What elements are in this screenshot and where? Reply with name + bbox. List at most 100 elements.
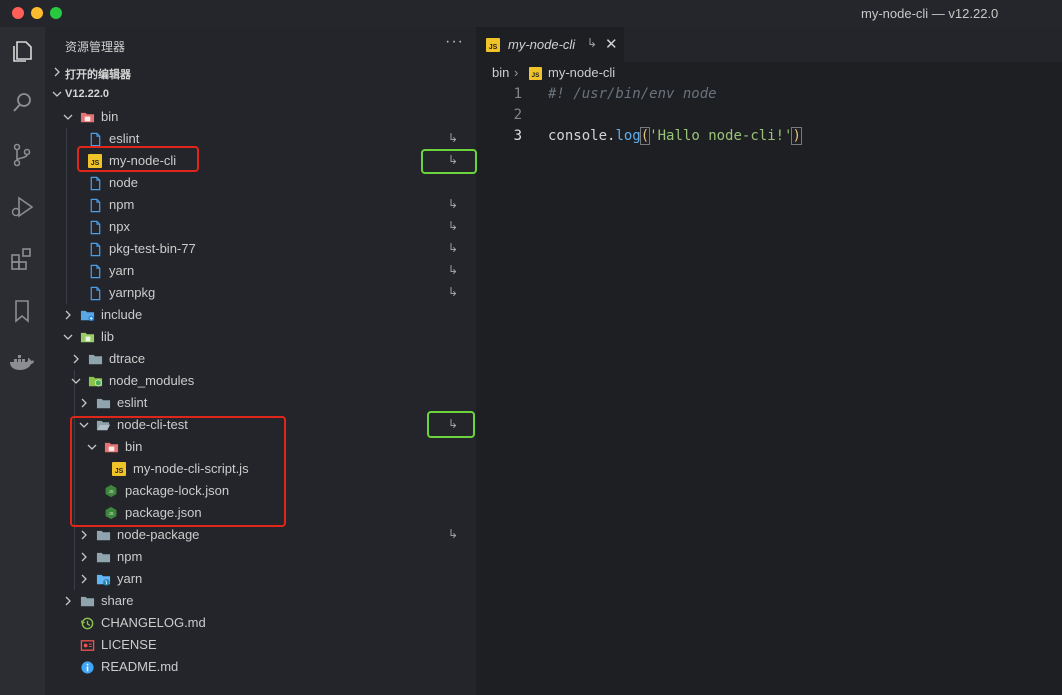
chevron-right-icon [54, 67, 60, 77]
tree-item[interactable]: README.md [45, 656, 476, 678]
folder-icon [80, 594, 95, 609]
folder-bin-icon [104, 440, 119, 455]
chevron-down-icon[interactable] [62, 331, 74, 343]
tree-item-label: LICENSE [101, 637, 157, 652]
file-icon [88, 242, 103, 257]
folder-lib-icon [80, 330, 95, 345]
tree-item-label: my-node-cli [109, 153, 177, 168]
tree-item[interactable]: node [45, 172, 476, 194]
breadcrumb-folder[interactable]: bin [492, 65, 509, 80]
chevron-right-icon[interactable] [62, 309, 74, 321]
symlink-icon: ↳ [448, 153, 459, 167]
tree-item-label: CHANGELOG.md [101, 615, 206, 630]
explorer-icon[interactable] [8, 37, 36, 65]
tab-my-node-cli[interactable]: JS my-node-cli ↳ ✕ [476, 27, 624, 62]
source-control-icon[interactable] [8, 141, 36, 169]
explorer-sidebar: 资源管理器 ··· 打开的编辑器 V12.22.0 bin eslint ↳ JS my… [45, 27, 476, 695]
more-actions-button[interactable]: ··· [445, 33, 464, 51]
folder-icon [88, 352, 103, 367]
symlink-icon: ↳ [448, 417, 459, 431]
tree-item[interactable]: node_modules [45, 370, 476, 392]
close-tab-icon[interactable]: ✕ [605, 35, 618, 53]
symlink-icon: ↳ [448, 219, 459, 233]
tree-item[interactable]: JS my-node-cli ↳ [45, 150, 476, 172]
tree-item-label: node-cli-test [117, 417, 188, 432]
chevron-right-icon[interactable] [78, 529, 90, 541]
nodejs-icon: JS [104, 506, 119, 521]
js-file-icon: JS [88, 154, 103, 169]
tree-item-label: yarn [109, 263, 135, 278]
tree-item[interactable]: eslint [45, 392, 476, 414]
tree-item[interactable]: JS package.json [45, 502, 476, 524]
tree-item[interactable]: yarn ↳ [45, 260, 476, 282]
tree-item[interactable]: node-package ↳ [45, 524, 476, 546]
tree-item[interactable]: share [45, 590, 476, 612]
bookmark-icon[interactable] [8, 297, 36, 325]
chevron-right-icon[interactable] [70, 353, 82, 365]
run-debug-icon[interactable] [8, 193, 36, 221]
code-text: console.log('Hallo node-cli!') [548, 127, 802, 145]
tree-item[interactable]: npm ↳ [45, 194, 476, 216]
tree-item[interactable]: CHANGELOG.md [45, 612, 476, 634]
code-line-1[interactable]: 1 #! /usr/bin/env node [476, 84, 1062, 105]
folder-bin-icon [80, 110, 95, 125]
chevron-down-icon[interactable] [70, 375, 82, 387]
folder-icon [96, 396, 111, 411]
tree-item[interactable]: yarn [45, 568, 476, 590]
tree-item[interactable]: node-cli-test ↳ [45, 414, 476, 436]
svg-text:JS: JS [108, 489, 113, 494]
tree-item-label: package-lock.json [125, 483, 230, 498]
zoom-window-button[interactable] [50, 7, 62, 19]
tab-bar: JS my-node-cli ↳ ✕ [476, 27, 1062, 62]
symlink-icon: ↳ [587, 36, 598, 50]
tree-item[interactable]: bin [45, 106, 476, 128]
tree-item[interactable]: LICENSE [45, 634, 476, 656]
tree-item-label: README.md [101, 659, 179, 674]
tree-item[interactable]: lib [45, 326, 476, 348]
tree-item-label: node-package [117, 527, 200, 542]
close-window-button[interactable] [12, 7, 24, 19]
tree-item[interactable]: npx ↳ [45, 216, 476, 238]
open-editors-section[interactable]: 打开的编辑器 [45, 62, 476, 84]
chevron-right-icon[interactable] [78, 573, 90, 585]
chevron-right-icon[interactable] [78, 397, 90, 409]
tree-item-label: yarn [117, 571, 143, 586]
tree-item[interactable]: JS my-node-cli-script.js [45, 458, 476, 480]
tree-item[interactable]: JS package-lock.json [45, 480, 476, 502]
tree-item[interactable]: pkg-test-bin-77 ↳ [45, 238, 476, 260]
tree-item-label: npm [109, 197, 135, 212]
docker-icon[interactable] [8, 349, 36, 377]
svg-text:JS: JS [489, 44, 498, 51]
code-line-2[interactable]: 2 [476, 105, 1062, 126]
chevron-down-icon[interactable] [78, 419, 90, 431]
svg-text:JS: JS [108, 511, 113, 516]
tree-item[interactable]: include [45, 304, 476, 326]
chevron-down-icon[interactable] [62, 111, 74, 123]
tree-item-label: node [109, 175, 138, 190]
tree-item[interactable]: yarnpkg ↳ [45, 282, 476, 304]
tree-item[interactable]: npm [45, 546, 476, 568]
chevron-down-icon[interactable] [86, 441, 98, 453]
editor-area: JS my-node-cli ↳ ✕ bin › JS my-node-cli … [476, 27, 1062, 695]
tree-item[interactable]: eslint ↳ [45, 128, 476, 150]
breadcrumb-file[interactable]: my-node-cli [548, 65, 615, 80]
tree-item[interactable]: bin [45, 436, 476, 458]
extensions-icon[interactable] [8, 245, 36, 273]
search-icon[interactable] [8, 89, 36, 117]
file-icon [88, 176, 103, 191]
chevron-right-icon[interactable] [62, 595, 74, 607]
tree-item-label: bin [125, 439, 143, 454]
breadcrumb-separator: › [514, 65, 519, 80]
chevron-right-icon[interactable] [78, 551, 90, 563]
code-token: ) [791, 127, 802, 145]
code-line-3[interactable]: 3 console.log('Hallo node-cli!') [476, 126, 1062, 147]
folder-node-icon [88, 374, 103, 389]
symlink-icon: ↳ [448, 527, 459, 541]
tree-item[interactable]: dtrace [45, 348, 476, 370]
js-file-icon: JS [529, 67, 542, 80]
minimize-window-button[interactable] [31, 7, 43, 19]
readme-icon [80, 660, 95, 675]
root-folder-section[interactable]: V12.22.0 [45, 84, 476, 106]
svg-text:JS: JS [115, 468, 124, 475]
js-file-icon: JS [486, 38, 500, 52]
